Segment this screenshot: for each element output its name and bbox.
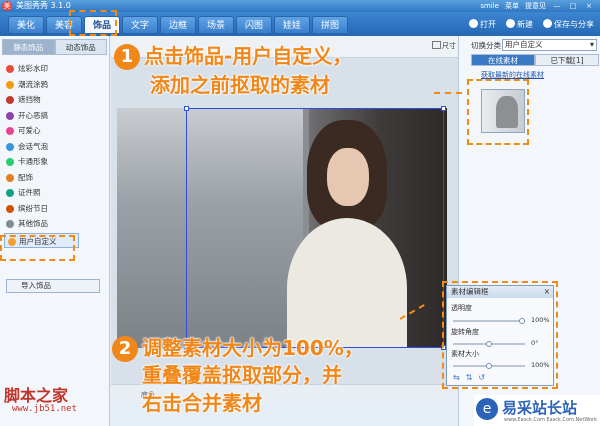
minimize-button[interactable]: — [552,1,562,11]
sidebar-item-label: 遮挡物 [18,95,41,104]
user-name[interactable]: smile [480,1,499,11]
import-sticker-button[interactable]: 导入饰品 [6,279,100,293]
sticker-category-list: 炫彩水印 潮流涂鸦 遮挡物 开心恶搞 可爱心 会话气泡 卡通形象 配饰 证件照 缤纷节日 其他饰品用… [0,61,109,248]
new-label: 新建 [517,20,533,29]
material-tabs: 在线素材 已下载[1] [471,54,599,66]
sidebar-item-label: 会话气泡 [18,141,48,151]
menu-tab[interactable]: 拼图 [312,16,348,34]
resize-handle[interactable] [441,106,446,111]
category-label: 切换分类 [471,41,501,50]
watermark-easck: e 易采站长站 www.Easck.Com Easck.Com.NetWork [474,395,600,426]
sidebar-item-label: 炫彩水印 [18,64,48,73]
sidebar-item[interactable]: 炫彩水印 [0,61,109,77]
maximize-button[interactable]: □ [568,1,578,11]
watermark-jb51-url: www.jb51.net [12,404,78,414]
sidebar-item[interactable]: 其他饰品 [0,216,109,232]
sidebar-item[interactable]: 潮流涂鸦 [0,77,109,93]
sidebar-item[interactable]: 会话气泡 [0,139,109,155]
sidebar-item[interactable]: 配饰 [0,170,109,186]
open-label: 打开 [480,20,496,29]
step-1-line-1: 点击饰品-用户自定义， [144,44,353,68]
menu-tab[interactable]: 娃娃 [274,16,310,34]
category-icon [6,189,14,197]
save-label: 保存与分享 [554,20,594,29]
step-2-line-2: 重叠覆盖抠取部分，并 [142,363,342,387]
menu-tab[interactable]: 边框 [160,16,196,34]
app-title: 美图秀秀 3.1.0 [16,1,71,10]
category-icon [6,173,14,182]
arrow-to-thumbnail [434,92,462,94]
step-2-line-1: 调整素材大小为100%， [142,336,364,360]
menu-tab[interactable]: 文字 [122,16,158,34]
category-icon [6,65,14,73]
open-button[interactable]: 打开 [469,19,496,30]
watermark-easck-url: www.Easck.Com Easck.Com.NetWork [504,417,597,423]
feedback-link[interactable]: 提意见 [525,1,546,11]
category-icon [6,80,14,89]
menu-tab[interactable]: 闪图 [236,16,272,34]
menu-link[interactable]: 菜单 [505,1,519,11]
watermark-easck-name: 易采站长站 [502,399,578,417]
resize-icon [432,41,441,49]
left-panel: 静态饰品 动态饰品 炫彩水印潮流涂鸦遮挡物开心恶搞可爱心会话气泡卡通形象配饰证件… [0,36,110,426]
sidebar-item-label: 其他饰品 [18,219,48,228]
highlight-sticker-tab [69,10,117,36]
sidebar-item[interactable]: 卡通形象 [0,154,109,170]
easck-logo-icon: e [476,398,498,420]
sidebar-item[interactable]: 可爱心 [0,123,109,139]
sidebar-item[interactable]: 证件照 [0,185,109,201]
save-share-button[interactable]: 保存与分享 [543,19,594,30]
category-icon [6,111,14,120]
sticker-selection-box[interactable] [184,106,446,350]
size-label: 尺寸 [442,42,456,50]
menu-tab[interactable]: 场景 [198,16,234,34]
sidebar-item-label: 卡通形象 [18,157,48,166]
sidebar-item[interactable]: 开心恶搞 [0,108,109,124]
save-icon [543,19,552,28]
step-1-line-2: 添加之前抠取的素材 [150,73,330,97]
tab-online-material[interactable]: 在线素材 [471,54,535,66]
size-button[interactable]: 尺寸 [432,41,456,51]
sidebar-item[interactable]: 缤纷节日 [0,201,109,217]
category-select[interactable]: 用户自定义 [502,39,597,51]
tab-static-stickers[interactable]: 静态饰品 [2,39,55,55]
sticker-type-tabs: 静态饰品 动态饰品 [2,39,107,55]
step-2-badge: 2 [112,336,138,362]
step-1-badge: 1 [114,44,140,70]
highlight-user-custom [0,235,75,261]
sidebar-item-label: 开心恶搞 [18,110,48,120]
resize-handle[interactable] [184,106,189,111]
step-2-line-3: 右击合并素材 [142,391,262,415]
meitu-logo-icon: 美 [2,1,12,11]
sidebar-item-label: 证件照 [18,188,41,197]
highlight-edit-panel [442,281,558,389]
tab-downloaded[interactable]: 已下载[1] [535,54,599,66]
watermark-jb51: 脚本之家 [4,386,69,405]
category-icon [6,204,14,213]
sidebar-item-label: 可爱心 [18,126,41,135]
main-tabs: 美化 美容 饰品 文字 边框 场景 闪图 娃娃 拼图 [8,16,348,34]
category-icon [6,220,14,228]
plus-icon [506,19,515,28]
sidebar-item-label: 配饰 [18,172,33,182]
tab-dynamic-stickers[interactable]: 动态饰品 [54,39,107,55]
category-icon [6,142,14,151]
category-icon [6,158,14,166]
category-icon [6,96,14,104]
sidebar-item-label: 缤纷节日 [18,203,48,213]
sidebar-item-label: 潮流涂鸦 [18,79,48,89]
folder-icon [469,19,478,28]
highlight-thumbnail [467,79,529,145]
close-button[interactable]: × [584,1,594,11]
new-button[interactable]: 新建 [506,19,533,30]
category-icon [6,127,14,135]
menu-tab[interactable]: 美化 [8,16,44,34]
sidebar-item[interactable]: 遮挡物 [0,92,109,108]
